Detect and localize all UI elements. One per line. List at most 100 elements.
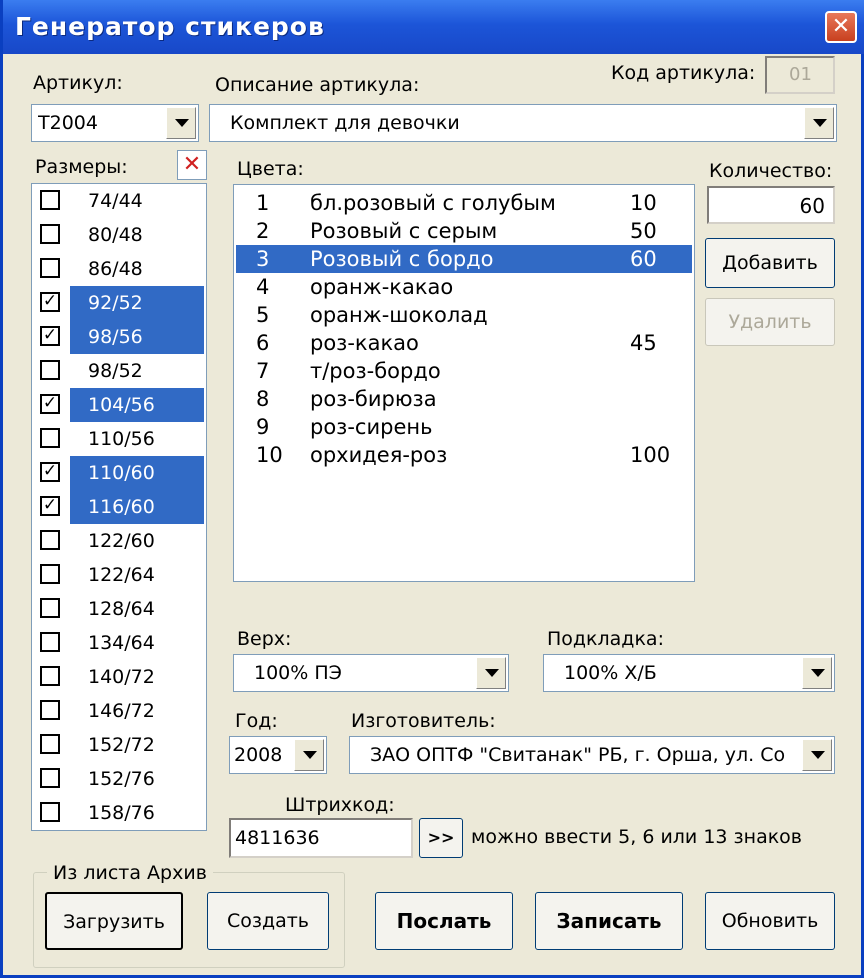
article-select[interactable]: Т2004 (31, 104, 199, 142)
size-row[interactable]: ✓ 92/52 (32, 286, 206, 320)
size-row[interactable]: 98/52 (32, 354, 206, 388)
color-number: 7 (256, 359, 270, 383)
size-row[interactable]: ✓ 98/56 (32, 320, 206, 354)
color-row[interactable]: 1 бл.розовый с голубым 10 (236, 189, 692, 217)
send-button[interactable]: Послать (375, 892, 513, 950)
refresh-button[interactable]: Обновить (705, 892, 835, 950)
size-checkbox[interactable] (40, 360, 60, 380)
size-checkbox[interactable]: ✓ (40, 496, 60, 516)
color-row[interactable]: 6 роз-какао 45 (236, 329, 692, 357)
quantity-input[interactable]: 60 (707, 186, 835, 224)
sizes-label: Размеры: (35, 156, 128, 178)
chevron-down-icon[interactable] (476, 657, 506, 689)
delete-button[interactable]: Удалить (705, 298, 835, 346)
article-value: Т2004 (38, 112, 98, 134)
barcode-value: 4811636 (235, 827, 320, 849)
lining-label: Подкладка: (547, 628, 664, 650)
size-row[interactable]: 122/64 (32, 558, 206, 592)
size-label: 110/60 (70, 456, 204, 490)
chevron-down-icon[interactable] (294, 739, 324, 771)
color-row[interactable]: 9 роз-сирень (236, 413, 692, 441)
description-select[interactable]: Комплект для девочки (209, 104, 837, 142)
close-button[interactable]: ✕ (825, 11, 857, 43)
size-checkbox[interactable] (40, 530, 60, 550)
year-label: Год: (235, 710, 278, 732)
color-quantity: 45 (630, 331, 657, 355)
barcode-input[interactable]: 4811636 (229, 818, 413, 858)
size-row[interactable]: 152/76 (32, 762, 206, 796)
color-name: орхидея-роз (310, 443, 448, 467)
add-button[interactable]: Добавить (705, 238, 835, 288)
size-row[interactable]: 134/64 (32, 626, 206, 660)
manufacturer-select[interactable]: ЗАО ОПТФ "Свитанак" РБ, г. Орша, ул. Со (349, 736, 835, 774)
size-row[interactable]: 74/44 (32, 184, 206, 218)
size-row[interactable]: 158/76 (32, 796, 206, 830)
color-number: 1 (256, 191, 270, 215)
size-row[interactable]: 146/72 (32, 694, 206, 728)
lining-value: 100% Х/Б (564, 662, 657, 684)
close-icon: ✕ (831, 14, 851, 39)
color-name: Розовый с серым (310, 219, 498, 243)
size-checkbox[interactable] (40, 700, 60, 720)
size-checkbox[interactable]: ✓ (40, 292, 60, 312)
barcode-next-button[interactable]: >> (419, 818, 463, 858)
color-name: роз-бирюза (310, 387, 437, 411)
size-row[interactable]: ✓ 116/60 (32, 490, 206, 524)
size-checkbox[interactable] (40, 802, 60, 822)
size-checkbox[interactable]: ✓ (40, 394, 60, 414)
size-row[interactable]: 152/72 (32, 728, 206, 762)
size-checkbox[interactable] (40, 190, 60, 210)
size-row[interactable]: 128/64 (32, 592, 206, 626)
color-quantity: 50 (630, 219, 657, 243)
size-row[interactable]: 80/48 (32, 218, 206, 252)
clear-sizes-button[interactable]: ✕ (177, 150, 207, 180)
size-label: 92/52 (70, 286, 204, 320)
size-checkbox[interactable] (40, 666, 60, 686)
lining-select[interactable]: 100% Х/Б (543, 654, 835, 692)
top-material-select[interactable]: 100% ПЭ (233, 654, 509, 692)
create-button[interactable]: Создать (207, 892, 329, 950)
quantity-label: Количество: (709, 160, 833, 182)
size-row[interactable]: 86/48 (32, 252, 206, 286)
chevron-down-icon[interactable] (802, 739, 832, 771)
size-checkbox[interactable] (40, 258, 60, 278)
chevron-down-icon[interactable] (166, 107, 196, 139)
color-row[interactable]: 8 роз-бирюза (236, 385, 692, 413)
color-row[interactable]: 4 оранж-какао (236, 273, 692, 301)
load-button[interactable]: Загрузить (45, 892, 183, 950)
size-checkbox[interactable] (40, 768, 60, 788)
size-checkbox[interactable]: ✓ (40, 326, 60, 346)
color-name: Розовый с бордо (310, 247, 494, 271)
size-row[interactable]: ✓ 110/60 (32, 456, 206, 490)
size-row[interactable]: 140/72 (32, 660, 206, 694)
color-row[interactable]: 5 оранж-шоколад (236, 301, 692, 329)
size-checkbox[interactable] (40, 734, 60, 754)
size-row[interactable]: ✓ 104/56 (32, 388, 206, 422)
save-button[interactable]: Записать (535, 892, 683, 950)
year-select[interactable]: 2008 (229, 736, 327, 774)
size-row[interactable]: 122/60 (32, 524, 206, 558)
color-number: 8 (256, 387, 270, 411)
color-row[interactable]: 10 орхидея-роз 100 (236, 441, 692, 469)
color-row[interactable]: 3 Розовый с бордо 60 (236, 245, 692, 273)
size-checkbox[interactable] (40, 632, 60, 652)
size-checkbox[interactable] (40, 428, 60, 448)
sizes-list[interactable]: 74/44 80/48 86/48 ✓ 92/52 ✓ 98/56 98/52 ✓ 104/56 1… (31, 183, 207, 831)
article-label: Артикул: (33, 72, 123, 94)
color-quantity: 60 (630, 247, 657, 271)
color-number: 10 (256, 443, 283, 467)
size-checkbox[interactable] (40, 564, 60, 584)
size-checkbox[interactable] (40, 224, 60, 244)
color-row[interactable]: 2 Розовый с серым 50 (236, 217, 692, 245)
color-quantity: 10 (630, 191, 657, 215)
chevron-down-icon[interactable] (802, 657, 832, 689)
size-row[interactable]: 110/56 (32, 422, 206, 456)
chevron-down-icon[interactable] (804, 107, 834, 139)
manufacturer-value: ЗАО ОПТФ "Свитанак" РБ, г. Орша, ул. Со (370, 744, 786, 766)
size-checkbox[interactable] (40, 598, 60, 618)
barcode-hint: можно ввести 5, 6 или 13 знаков (471, 826, 803, 848)
colors-list[interactable]: 1 бл.розовый с голубым 10 2 Розовый с серым 5… (233, 184, 695, 582)
size-checkbox[interactable]: ✓ (40, 462, 60, 482)
color-row[interactable]: 7 т/роз-бордо (236, 357, 692, 385)
title-bar[interactable]: Генератор стикеров ✕ (3, 0, 864, 54)
